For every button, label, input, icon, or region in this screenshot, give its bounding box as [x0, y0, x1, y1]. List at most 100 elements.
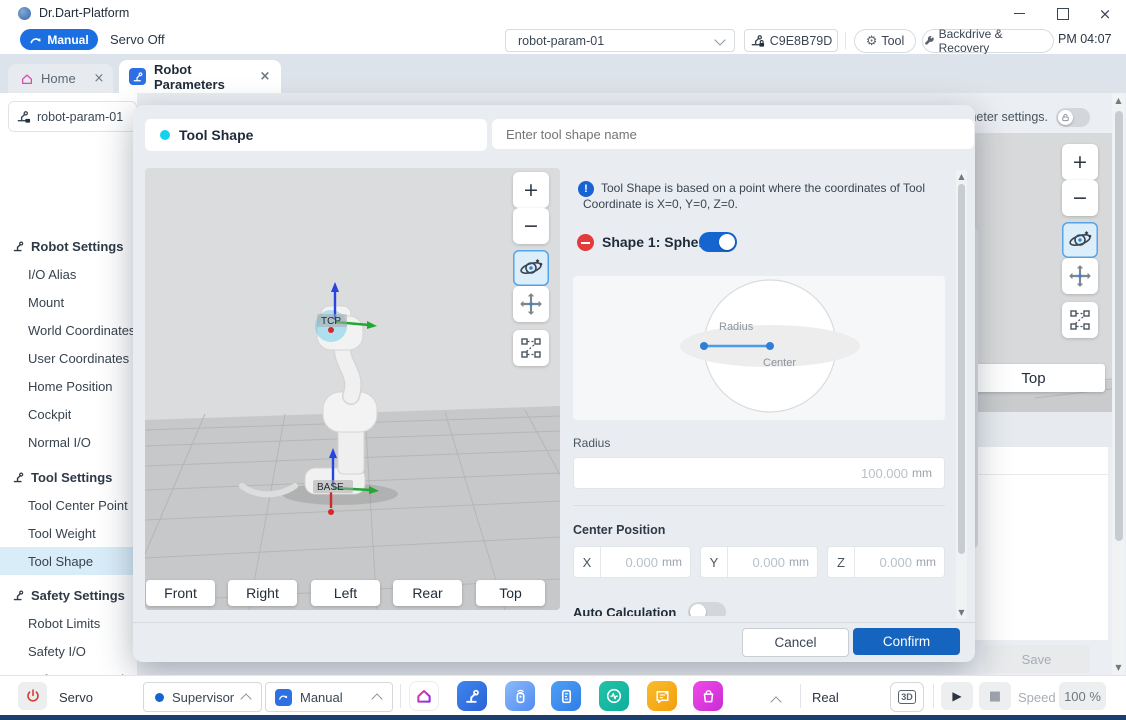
- sidebar-item-robot-limits[interactable]: Robot Limits: [0, 609, 137, 637]
- sidebar-item-user-coordinates[interactable]: User Coordinates: [0, 344, 137, 372]
- view-top-button[interactable]: Top: [476, 580, 545, 606]
- sidebar-item-normal-io[interactable]: Normal I/O: [0, 428, 137, 456]
- viewer-zoom-in-button[interactable]: +: [513, 172, 549, 208]
- sidebar-section-tool-settings[interactable]: Tool Settings: [0, 463, 137, 491]
- param-file-dropdown[interactable]: robot-param-01: [505, 29, 735, 52]
- power-button[interactable]: [18, 682, 47, 710]
- viewer-orbit-button[interactable]: [513, 250, 549, 286]
- robot-params-app-icon[interactable]: [457, 681, 487, 711]
- auto-calculation-toggle[interactable]: [688, 602, 726, 616]
- tab-home-close-icon[interactable]: ×: [91, 71, 107, 87]
- info-text: Tool Shape is based on a point where the…: [583, 180, 945, 212]
- tab-robot-parameters-close-icon[interactable]: ×: [257, 69, 273, 85]
- bg-zoom-in-button[interactable]: +: [1062, 144, 1098, 180]
- remove-shape-icon[interactable]: [577, 234, 594, 251]
- sidebar: robot-param-01 Robot Settings I/O Alias …: [0, 93, 138, 675]
- tool-button[interactable]: ⚙ Tool: [854, 29, 916, 53]
- backdrive-recovery-button[interactable]: Backdrive & Recovery: [922, 29, 1054, 53]
- radius-input[interactable]: 100.000 mm: [573, 457, 945, 489]
- bg-zoom-out-button[interactable]: −: [1062, 180, 1098, 216]
- speed-label: Speed: [1018, 690, 1056, 705]
- plus-icon: +: [523, 179, 539, 201]
- close-button[interactable]: ×: [1088, 2, 1122, 25]
- bg-orbit-button[interactable]: [1062, 222, 1098, 258]
- center-z-input[interactable]: Z 0.000 mm: [827, 546, 945, 578]
- bg-save-button[interactable]: Save: [983, 645, 1090, 673]
- view-right-button[interactable]: Right: [228, 580, 297, 606]
- shape-enable-toggle[interactable]: [699, 232, 737, 252]
- bottombar-divider: [800, 684, 801, 708]
- bg-pan-button[interactable]: [1062, 258, 1098, 294]
- lock-settings-toggle[interactable]: [1056, 108, 1090, 127]
- sidebar-item-home-position[interactable]: Home Position: [0, 372, 137, 400]
- bg-measure-button[interactable]: [1062, 302, 1098, 338]
- sidebar-param-header[interactable]: robot-param-01: [8, 101, 137, 132]
- mode-dropdown[interactable]: Manual: [265, 682, 393, 712]
- manual-mode-button[interactable]: Manual: [20, 29, 98, 50]
- app-logo-icon: [18, 7, 31, 20]
- sidebar-item-cockpit[interactable]: Cockpit: [0, 400, 137, 428]
- sidebar-item-io-alias[interactable]: I/O Alias: [0, 260, 137, 288]
- monitoring-app-icon[interactable]: [599, 681, 629, 711]
- modal-scrollbar-thumb[interactable]: [958, 184, 965, 554]
- confirm-button[interactable]: Confirm: [853, 628, 960, 655]
- home-app-icon[interactable]: [409, 681, 439, 711]
- 3d-view-button[interactable]: 3D: [890, 682, 924, 712]
- auto-calculation-label: Auto Calculation: [573, 605, 676, 616]
- play-button[interactable]: ▶: [941, 682, 973, 710]
- stop-button[interactable]: ■: [979, 682, 1011, 710]
- role-dropdown[interactable]: Supervisor: [143, 682, 262, 712]
- main-scrollbar-thumb[interactable]: [1115, 111, 1123, 541]
- viewer-zoom-out-button[interactable]: −: [513, 208, 549, 244]
- bg-panel-band: [975, 412, 1112, 447]
- scroll-down-icon[interactable]: ▼: [1112, 663, 1125, 672]
- sidebar-item-mount[interactable]: Mount: [0, 288, 137, 316]
- sidebar-item-tool-weight[interactable]: Tool Weight: [0, 519, 137, 547]
- sidebar-item-world-coordinates[interactable]: World Coordinates: [0, 316, 137, 344]
- center-x-input[interactable]: X 0.000 mm: [573, 546, 691, 578]
- sidebar-item-tool-center-point[interactable]: Tool Center Point: [0, 491, 137, 519]
- sidebar-section-robot-settings[interactable]: Robot Settings: [0, 232, 137, 260]
- shape-name-input[interactable]: [492, 119, 974, 149]
- tab-home[interactable]: Home ×: [8, 64, 113, 93]
- bg-panel-divider: [975, 474, 1108, 475]
- scroll-down-icon[interactable]: ▼: [956, 608, 967, 617]
- sidebar-item-tool-shape[interactable]: Tool Shape: [0, 547, 137, 575]
- collapse-dock-chevron-icon[interactable]: [770, 696, 781, 707]
- power-icon: [25, 688, 41, 704]
- tab-robot-parameters[interactable]: Robot Parameters ×: [119, 60, 281, 93]
- maximize-button[interactable]: [1046, 2, 1080, 25]
- scroll-up-icon[interactable]: ▲: [1112, 96, 1125, 105]
- robot-file-icon: [16, 109, 31, 124]
- sidebar-section-safety-settings[interactable]: Safety Settings: [0, 581, 137, 609]
- minimize-button[interactable]: [1002, 2, 1036, 25]
- center-y-input[interactable]: Y 0.000 mm: [700, 546, 818, 578]
- clock-text: PM 04:07: [1058, 32, 1112, 46]
- sphere-diagram: Radius Center: [573, 276, 945, 420]
- tab-robot-parameters-label: Robot Parameters: [154, 62, 257, 92]
- modal-scrollbar[interactable]: ▲ ▼: [956, 170, 967, 619]
- speed-value-button[interactable]: 100 %: [1059, 682, 1106, 710]
- log-app-icon[interactable]: [647, 681, 677, 711]
- view-front-button[interactable]: Front: [146, 580, 215, 606]
- task-app-icon[interactable]: [551, 681, 581, 711]
- robot-serial-badge[interactable]: C9E8B79D: [744, 29, 838, 52]
- jog-app-icon[interactable]: [505, 681, 535, 711]
- view-left-button[interactable]: Left: [311, 580, 380, 606]
- scroll-up-icon[interactable]: ▲: [956, 172, 967, 181]
- cancel-button[interactable]: Cancel: [742, 628, 849, 657]
- diagram-center-label: Center: [763, 357, 796, 369]
- tcp-label: TCP: [321, 316, 341, 327]
- panel-divider: [573, 505, 945, 506]
- modal-3d-viewer[interactable]: TCP BASE + −: [145, 168, 560, 610]
- sidebar-item-safety-io[interactable]: Safety I/O: [0, 637, 137, 665]
- viewer-pan-button[interactable]: [513, 286, 549, 322]
- store-app-icon[interactable]: [693, 681, 723, 711]
- servo-label: Servo: [59, 690, 93, 705]
- bg-top-view-button[interactable]: Top: [962, 364, 1105, 392]
- viewer-measure-button[interactable]: [513, 330, 549, 366]
- view-rear-button[interactable]: Rear: [393, 580, 462, 606]
- minimize-icon: [1014, 13, 1025, 15]
- bg-white-panel: [975, 447, 1108, 640]
- main-scrollbar[interactable]: ▲ ▼: [1112, 93, 1125, 675]
